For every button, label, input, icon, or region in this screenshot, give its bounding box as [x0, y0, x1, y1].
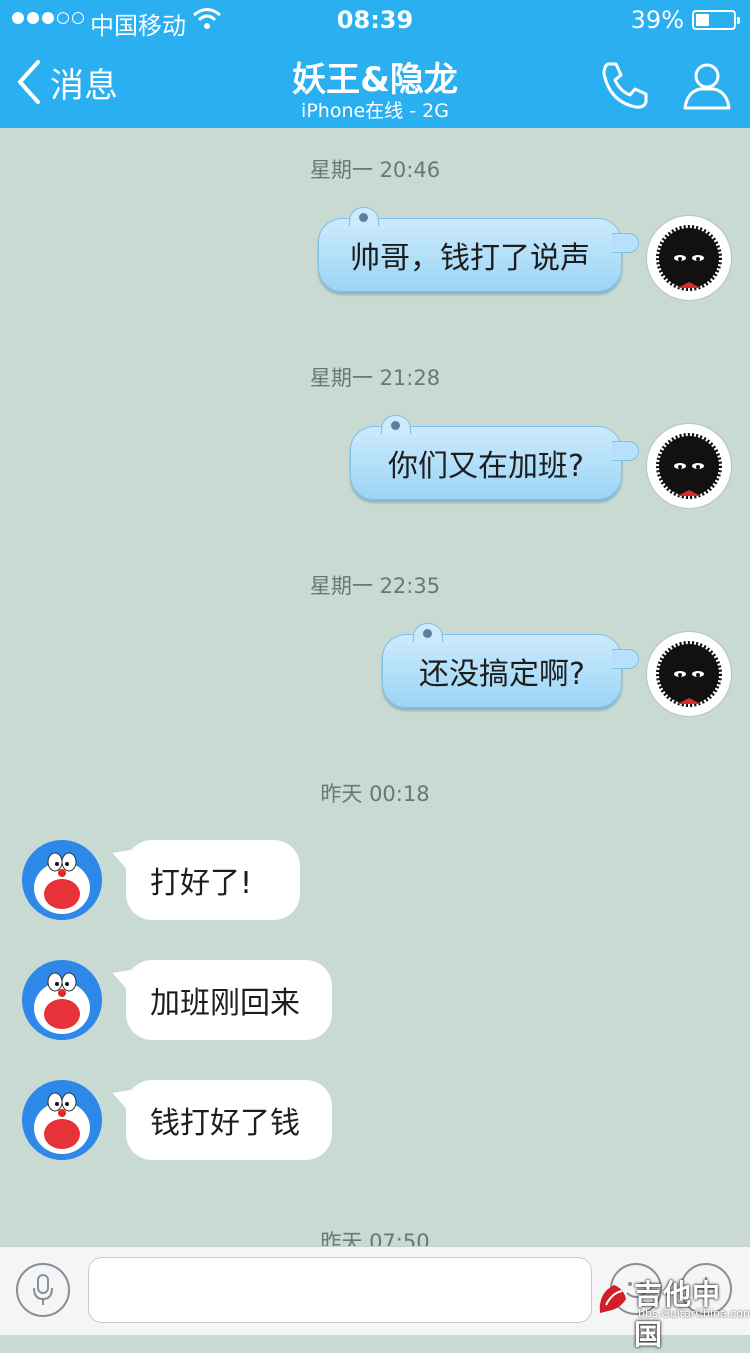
soot-sprite-avatar-icon [649, 218, 729, 298]
battery-icon [692, 10, 740, 30]
watermark: 吉他中国 bbs.GuitarChina.com [594, 1273, 750, 1351]
doraemon-avatar-icon [22, 960, 102, 1040]
person-icon[interactable] [680, 58, 734, 112]
timestamp: 星期一 21:28 [309, 366, 441, 390]
my-avatar[interactable] [647, 632, 731, 716]
input-bar: 吉他中国 bbs.GuitarChina.com [0, 1246, 750, 1351]
watermark-url: bbs.GuitarChina.com [638, 1307, 750, 1320]
message-bubble-in[interactable]: 钱打好了钱 [109, 1080, 332, 1160]
message-input[interactable] [88, 1257, 592, 1323]
message-bubble-out[interactable]: 你们又在加班? [350, 415, 639, 500]
my-avatar[interactable] [647, 216, 731, 300]
contact-avatar[interactable] [22, 840, 102, 920]
contact-avatar[interactable] [22, 1080, 102, 1160]
status-bar: 中国移动 08:39 39% [0, 0, 750, 40]
doraemon-avatar-icon [22, 840, 102, 920]
message-text: 帅哥，钱打了说声 [350, 241, 590, 276]
timestamp: 星期一 20:46 [309, 158, 441, 182]
message-bubble-in[interactable]: 打好了! [109, 840, 300, 920]
battery-percentage: 39% [630, 6, 684, 34]
timestamp: 星期一 22:35 [309, 574, 441, 598]
timestamp: 昨天 00:18 [320, 782, 430, 806]
message-text: 还没搞定啊? [419, 657, 585, 692]
message-text: 打好了! [150, 866, 253, 901]
message-text: 钱打好了钱 [150, 1106, 300, 1141]
message-text: 加班刚回来 [150, 986, 300, 1021]
message-text: 你们又在加班? [388, 449, 584, 484]
nav-header: 中国移动 08:39 39% 消息 妖王&隐龙 iPhone在线 - 2G [0, 0, 750, 128]
soot-sprite-avatar-icon [649, 634, 729, 714]
message-bubble-in[interactable]: 加班刚回来 [109, 960, 332, 1040]
message-bubble-out[interactable]: 帅哥，钱打了说声 [318, 207, 639, 292]
doraemon-avatar-icon [22, 1080, 102, 1160]
soot-sprite-avatar-icon [649, 426, 729, 506]
microphone-icon [33, 1274, 53, 1305]
message-bubble-out[interactable]: 还没搞定啊? [382, 623, 639, 708]
watermark-logo-icon [599, 1285, 626, 1313]
my-avatar[interactable] [647, 424, 731, 508]
phone-icon[interactable] [598, 58, 652, 112]
contact-avatar[interactable] [22, 960, 102, 1040]
chat-area[interactable]: 星期一 20:46 帅哥，钱打了说声 星期一 21:28 你们又在加班? 星期一… [0, 128, 750, 1254]
voice-button[interactable] [16, 1263, 70, 1317]
